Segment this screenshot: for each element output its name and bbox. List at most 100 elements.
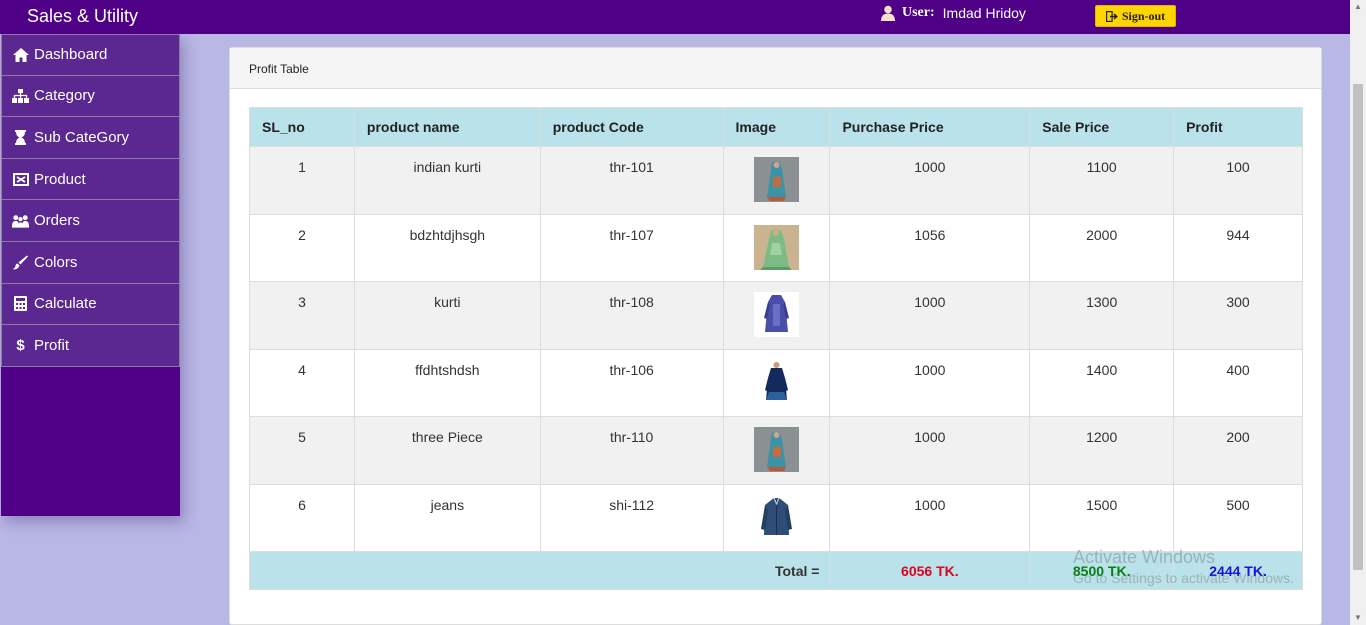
cell-sale-price: 1400 [1029, 348, 1175, 417]
cell-product-name: jeans [353, 483, 541, 552]
scroll-down-arrow-icon[interactable]: ▼ [1350, 611, 1366, 625]
user-label: User: [902, 5, 935, 20]
table-row: 3 kurti thr-108 1000 1300 300 [249, 281, 1303, 350]
cell-image [722, 281, 831, 350]
product-image-blue-kurti [754, 292, 799, 337]
product-image-navy-dress [754, 359, 799, 405]
table-footer-row: Total = 6056 TK. 8500 TK. 2444 TK. [248, 551, 1303, 590]
cell-sl-no: 2 [249, 213, 355, 282]
cell-purchase-price: 1000 [829, 281, 1031, 350]
sidebar-item-label: Orders [34, 212, 80, 230]
profit-table-card: Profit Table SL_no product name product … [229, 47, 1322, 625]
cell-product-name: kurti [353, 281, 541, 350]
sign-out-icon [1105, 10, 1118, 22]
column-header-image: Image [722, 107, 831, 147]
user-icon [881, 5, 895, 21]
cell-sale-price: 1100 [1029, 146, 1175, 215]
total-purchase: 6056 TK. [829, 551, 1031, 590]
hourglass-icon [12, 129, 29, 145]
cell-sale-price: 1500 [1029, 483, 1175, 552]
cell-product-code: thr-110 [539, 416, 724, 485]
cell-image [722, 146, 831, 215]
cell-sale-price: 1200 [1029, 416, 1175, 485]
cell-product-code: thr-108 [539, 281, 724, 350]
sidebar-item-profit[interactable]: $ Profit [1, 325, 180, 367]
cell-image [722, 483, 831, 552]
column-header-sale-price: Sale Price [1029, 107, 1175, 147]
sidebar-item-sub-category[interactable]: Sub CateGory [1, 117, 180, 159]
sidebar-item-orders[interactable]: Orders [1, 200, 180, 242]
users-icon [12, 214, 29, 228]
sidebar-item-label: Profit [34, 336, 70, 354]
table-row: 6 jeans shi-112 1000 1500 500 [249, 483, 1303, 552]
table-row: 1 indian kurti thr-101 1000 1100 100 [249, 146, 1303, 215]
sidebar-item-label: Colors [34, 253, 78, 271]
table-row: 4 ffdhtshdsh thr-106 1000 1400 400 [249, 348, 1303, 417]
dollar-icon: $ [16, 336, 25, 354]
cell-purchase-price: 1000 [829, 146, 1031, 215]
cell-product-code: thr-106 [539, 348, 724, 417]
cell-sl-no: 3 [249, 281, 355, 350]
sidebar-item-colors[interactable]: Colors [1, 241, 180, 284]
column-header-product-code: product Code [539, 107, 724, 147]
column-header-purchase-price: Purchase Price [829, 107, 1031, 147]
cell-profit: 200 [1173, 416, 1303, 485]
user-name: Imdad Hridoy [942, 5, 1026, 21]
cell-product-name: bdzhtdjhsgh [353, 213, 541, 282]
cell-sl-no: 4 [249, 348, 355, 417]
profit-table: SL_no product name product Code Image Pu… [248, 107, 1303, 590]
home-icon [12, 47, 29, 62]
cell-profit: 944 [1173, 213, 1303, 282]
product-image-three-piece [754, 427, 799, 472]
top-navbar: Sales & Utility User: Imdad Hridoy Sign-… [0, 0, 1350, 34]
sidebar-item-calculate[interactable]: Calculate [1, 283, 180, 326]
cell-image [722, 416, 831, 485]
cell-sale-price: 1300 [1029, 281, 1175, 350]
sidebar-item-label: Product [34, 170, 86, 188]
sidebar-item-product[interactable]: Product [1, 158, 180, 201]
sidebar-item-label: Dashboard [34, 46, 108, 64]
product-image-denim-shirt [754, 494, 799, 540]
scroll-up-arrow-icon[interactable]: ▲ [1350, 0, 1366, 14]
column-header-profit: Profit [1173, 107, 1303, 147]
cell-sl-no: 6 [249, 483, 355, 552]
cell-product-code: thr-101 [539, 146, 724, 215]
cell-sl-no: 1 [249, 146, 355, 215]
user-info: User: Imdad Hridoy [880, 5, 1026, 21]
cell-profit: 100 [1173, 146, 1303, 215]
product-icon [12, 172, 29, 186]
total-sale: 8500 TK. [1029, 551, 1175, 590]
table-row: 5 three Piece thr-110 1000 1200 200 [249, 416, 1303, 485]
sitemap-icon [12, 88, 29, 103]
scroll-thumb[interactable] [1353, 84, 1363, 570]
cell-purchase-price: 1000 [829, 348, 1031, 417]
product-image-kurti [754, 157, 799, 202]
cell-image [722, 213, 831, 282]
sidebar-item-category[interactable]: Category [1, 75, 180, 118]
vertical-scrollbar[interactable]: ▲ ▼ [1350, 0, 1366, 625]
sidebar-item-label: Sub CateGory [34, 128, 130, 146]
column-header-sl-no: SL_no [249, 107, 355, 147]
calculator-icon [12, 296, 29, 312]
cell-purchase-price: 1000 [829, 483, 1031, 552]
cell-purchase-price: 1000 [829, 416, 1031, 485]
table-row: 2 bdzhtdjhsgh thr-107 1056 2000 944 [249, 213, 1303, 282]
cell-product-code: thr-107 [539, 213, 724, 282]
card-title: Profit Table [230, 48, 1321, 89]
cell-sl-no: 5 [249, 416, 355, 485]
sign-out-label: Sign-out [1121, 8, 1166, 23]
cell-profit: 300 [1173, 281, 1303, 350]
cell-purchase-price: 1056 [829, 213, 1031, 282]
sidebar: Dashboard Category Sub CateGory Product … [1, 34, 180, 516]
brand-title[interactable]: Sales & Utility [27, 6, 138, 27]
cell-profit: 500 [1173, 483, 1303, 552]
cell-product-name: ffdhtshdsh [353, 348, 541, 417]
sidebar-item-label: Calculate [34, 295, 97, 313]
product-image-green-dress [754, 224, 799, 270]
sidebar-item-label: Category [34, 87, 95, 105]
cell-product-code: shi-112 [539, 483, 724, 552]
cell-product-name: three Piece [353, 416, 541, 485]
sidebar-item-dashboard[interactable]: Dashboard [1, 34, 180, 76]
cell-profit: 400 [1173, 348, 1303, 417]
sign-out-button[interactable]: Sign-out [1095, 5, 1176, 27]
